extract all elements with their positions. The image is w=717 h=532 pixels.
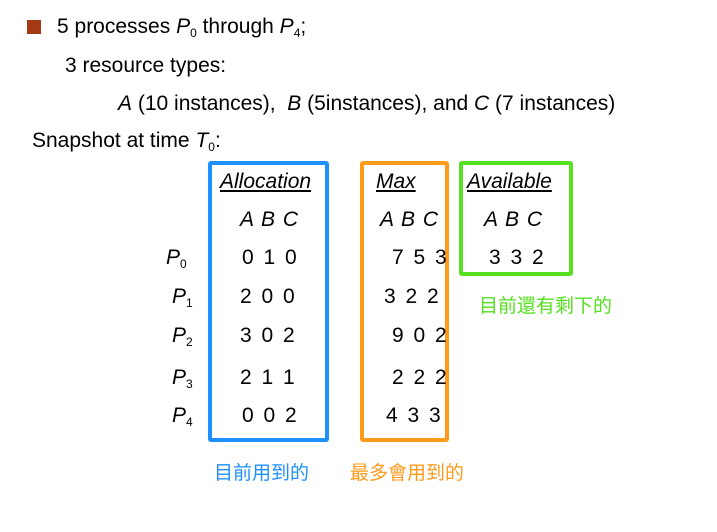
snapshot-colon: :: [214, 129, 221, 152]
process-sub: 2: [186, 335, 193, 349]
resource-types-line: 3 resource types:: [65, 54, 227, 77]
max-columns: A B C: [380, 208, 440, 231]
allocation-value: 3 0 2: [240, 324, 297, 347]
process-name: P: [172, 285, 187, 308]
available-header: Available: [467, 170, 552, 193]
allocation-note: 目前用到的: [214, 462, 310, 484]
snapshot-line: Snapshot at time T0:: [32, 129, 221, 154]
resource-a-name: A: [118, 92, 133, 115]
resource-c-text: (7 instances): [489, 92, 616, 115]
process-label: P3: [172, 366, 193, 391]
allocation-value: 0 1 0: [242, 246, 299, 269]
max-note: 最多會用到的: [350, 462, 465, 484]
max-value: 2 2 2: [392, 366, 449, 389]
process-label: P4: [172, 404, 193, 429]
allocation-header: Allocation: [220, 170, 312, 193]
process-start-sub: 0: [190, 26, 197, 40]
max-value: 4 3 3: [386, 404, 443, 427]
process-name: P: [172, 366, 187, 389]
process-name: P: [172, 324, 187, 347]
available-note: 目前還有剩下的: [479, 295, 613, 317]
process-label: P2: [172, 324, 193, 349]
max-header: Max: [376, 170, 416, 193]
resource-instances-line: A (10 instances), B (5instances), and C …: [118, 92, 615, 116]
resource-b-name: B: [287, 92, 302, 115]
process-sub: 3: [186, 377, 193, 391]
process-sub: 1: [186, 296, 193, 310]
process-label: P1: [172, 285, 193, 310]
process-end-label: P: [279, 15, 294, 38]
process-sub: 0: [180, 257, 187, 271]
max-value: 7 5 3: [392, 246, 449, 269]
processes-middle: through: [196, 15, 280, 38]
allocation-value: 2 1 1: [240, 366, 297, 389]
resource-a-text: (10 instances),: [132, 92, 288, 115]
process-name: P: [172, 404, 187, 427]
resource-b-text: (5instances), and: [301, 92, 475, 115]
process-start-label: P: [176, 15, 191, 38]
allocation-value: 0 0 2: [242, 404, 299, 427]
resource-c-name: C: [474, 92, 490, 115]
max-value: 3 2 2: [384, 285, 441, 308]
snapshot-time-label: T: [195, 129, 209, 152]
bullet-icon: [27, 20, 41, 34]
allocation-value: 2 0 0: [240, 285, 297, 308]
snapshot-time-sub: 0: [208, 140, 215, 154]
available-columns: A B C: [484, 208, 544, 231]
process-sub: 4: [186, 415, 193, 429]
allocation-columns: A B C: [240, 208, 300, 231]
snapshot-text: Snapshot at time: [32, 129, 196, 152]
processes-suffix: ;: [300, 15, 307, 38]
process-label: P0: [166, 246, 187, 271]
process-end-sub: 4: [293, 26, 301, 40]
processes-line: 5 processes P0 through P4;: [57, 15, 307, 40]
process-name: P: [166, 246, 181, 269]
max-value: 9 0 2: [392, 324, 449, 347]
available-value: 3 3 2: [489, 246, 546, 269]
processes-prefix: 5 processes: [57, 15, 177, 38]
